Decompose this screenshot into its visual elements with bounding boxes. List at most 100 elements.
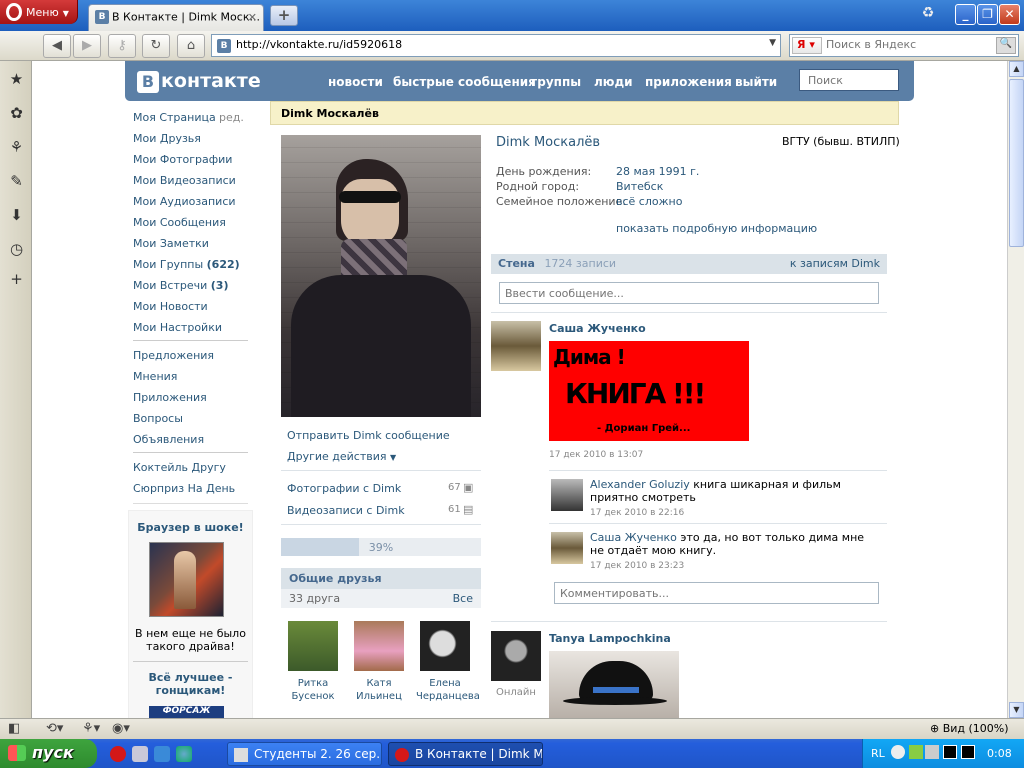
comment-author[interactable]: Alexander Goluziy	[590, 478, 690, 491]
reload-button[interactable]: ↻	[142, 34, 170, 58]
wall-posts-link[interactable]: к записям Dimk	[790, 257, 880, 270]
globe-quicklaunch-icon[interactable]	[176, 746, 192, 762]
nav-my-events[interactable]: Мои Встречи (3)	[133, 279, 229, 292]
search-go-icon[interactable]: 🔍	[996, 37, 1016, 54]
comment-input[interactable]	[554, 582, 879, 604]
nav-apps[interactable]: приложения	[645, 75, 732, 89]
ad-title[interactable]: Всё лучшее - гонщикам!	[133, 671, 248, 697]
nav-quick-messages[interactable]: быстрые сообщения	[393, 75, 536, 89]
nav-my-groups[interactable]: Мои Группы (622)	[133, 258, 240, 271]
avatar[interactable]	[491, 321, 541, 371]
profile-photo[interactable]	[281, 135, 481, 417]
tray-icon[interactable]	[925, 745, 939, 759]
trash-icon[interactable]: ♻	[918, 5, 938, 25]
nav-my-friends[interactable]: Мои Друзья	[133, 132, 201, 145]
search-input[interactable]	[826, 38, 986, 51]
nav-news[interactable]: новости	[328, 75, 383, 89]
scroll-thumb[interactable]	[1009, 79, 1024, 247]
avatar[interactable]	[551, 479, 583, 511]
new-tab-button[interactable]: +	[270, 5, 298, 26]
nav-my-settings[interactable]: Мои Настройки	[133, 321, 222, 334]
common-friends-title[interactable]: Общие друзья	[281, 568, 481, 589]
search-box[interactable]: Я ▾ 🔍	[789, 34, 1019, 57]
photos-with-link[interactable]: Фотографии с Dimk	[287, 482, 401, 495]
show-more-info-link[interactable]: показать подробную информацию	[616, 222, 817, 235]
send-message-link[interactable]: Отправить Dimk сообщение	[287, 429, 450, 442]
friend-card[interactable]: Ритка Бусенок	[284, 621, 342, 703]
add-panel-icon[interactable]: +	[8, 271, 25, 288]
ad-title[interactable]: Браузер в шоке!	[133, 521, 248, 534]
birthday-value[interactable]: 28 мая 1991 г.	[616, 165, 699, 178]
nav-questions[interactable]: Вопросы	[133, 412, 183, 425]
nav-applications[interactable]: Приложения	[133, 391, 207, 404]
panel-toggle-icon[interactable]: ◧	[8, 721, 20, 736]
avatar[interactable]	[354, 621, 404, 671]
close-window-button[interactable]: ✕	[999, 4, 1020, 25]
nav-opinions[interactable]: Мнения	[133, 370, 177, 383]
bookmarks-icon[interactable]: ★	[8, 71, 25, 88]
nav-my-audio[interactable]: Мои Аудиозаписи	[133, 195, 236, 208]
hometown-value[interactable]: Витебск	[616, 180, 663, 193]
unite-icon[interactable]: ⚘	[8, 139, 25, 156]
vk-search-input[interactable]	[799, 69, 899, 91]
relationship-value[interactable]: всё сложно	[616, 195, 682, 208]
comment-date[interactable]: 17 дек 2010 в 23:23	[590, 561, 684, 571]
ad-image[interactable]	[149, 542, 224, 617]
browser-tab[interactable]: BВ Контакте | Dimk Моск... ✕	[88, 4, 264, 31]
minimize-button[interactable]: _	[955, 4, 976, 25]
scroll-down-icon[interactable]: ▼	[1009, 702, 1024, 718]
wall-title[interactable]: Стена	[498, 257, 535, 270]
nav-ads[interactable]: Объявления	[133, 433, 204, 446]
nav-my-notes[interactable]: Мои Заметки	[133, 237, 209, 250]
post-image[interactable]: Дима ! КНИГА !!! - Дориан Грей...	[549, 341, 749, 441]
nav-groups[interactable]: группы	[531, 75, 581, 89]
close-tab-icon[interactable]: ✕	[248, 11, 257, 24]
tray-icon[interactable]	[891, 745, 905, 759]
sync-icon[interactable]: ⟲▾	[46, 721, 63, 736]
wall-message-input[interactable]	[499, 282, 879, 304]
task-button-students[interactable]: Студенты 2. 26 сер...	[227, 742, 382, 766]
videos-with-link[interactable]: Видеозаписи с Dimk	[287, 504, 405, 517]
tray-icon[interactable]	[943, 745, 957, 759]
nav-my-videos[interactable]: Мои Видеозаписи	[133, 174, 236, 187]
key-icon[interactable]: ⚷	[108, 34, 136, 58]
widgets-icon[interactable]: ✿	[8, 105, 25, 122]
comment-author[interactable]: Саша Жученко	[590, 531, 677, 544]
avatar[interactable]	[491, 631, 541, 681]
other-actions-link[interactable]: Другие действия ▼	[287, 450, 396, 463]
app-quicklaunch-icon[interactable]	[154, 746, 170, 762]
tray-icon[interactable]	[961, 745, 975, 759]
nav-my-messages[interactable]: Мои Сообщения	[133, 216, 226, 229]
post-date[interactable]: 17 дек 2010 в 13:07	[549, 450, 643, 460]
clock[interactable]: 0:08	[987, 747, 1012, 760]
nav-cocktail[interactable]: Коктейль Другу	[133, 461, 226, 474]
history-icon[interactable]: ◷	[8, 241, 25, 258]
turbo-icon[interactable]: ◉▾	[112, 721, 130, 736]
avatar[interactable]	[551, 532, 583, 564]
unite-icon[interactable]: ⚘▾	[82, 721, 100, 736]
nav-logout[interactable]: выйти	[735, 75, 777, 89]
friend-card[interactable]: Елена Черданцева	[416, 621, 480, 703]
nav-offers[interactable]: Предложения	[133, 349, 214, 362]
app-quicklaunch-icon[interactable]	[132, 746, 148, 762]
scroll-up-icon[interactable]: ▲	[1009, 61, 1024, 77]
home-button[interactable]: ⌂	[177, 34, 205, 58]
yandex-engine-selector[interactable]: Я ▾	[792, 37, 822, 54]
language-indicator[interactable]: RL	[871, 747, 885, 760]
profile-university[interactable]: ВГТУ (бывш. ВТИЛП)	[782, 135, 900, 148]
nav-my-news[interactable]: Мои Новости	[133, 300, 208, 313]
restore-button[interactable]: ❐	[977, 4, 998, 25]
nav-surprise[interactable]: Сюрприз На День	[133, 482, 235, 495]
avatar[interactable]	[288, 621, 338, 671]
friend-card[interactable]: Катя Ильинец	[350, 621, 408, 703]
downloads-icon[interactable]: ⬇	[8, 207, 25, 224]
address-bar[interactable]: B http://vkontakte.ru/id5920618 ▼	[211, 34, 781, 57]
notes-icon[interactable]: ✎	[8, 173, 25, 190]
rating-bar[interactable]: 39%	[281, 538, 481, 556]
chevron-down-icon[interactable]: ▼	[769, 38, 776, 48]
back-button[interactable]: ◀	[43, 34, 71, 58]
nav-edit[interactable]: ред.	[219, 111, 244, 124]
all-friends-link[interactable]: Все	[453, 592, 473, 605]
zoom-control[interactable]: ⊕ Вид (100%)	[930, 722, 1009, 735]
vertical-scrollbar[interactable]: ▲ ▼	[1007, 61, 1024, 718]
